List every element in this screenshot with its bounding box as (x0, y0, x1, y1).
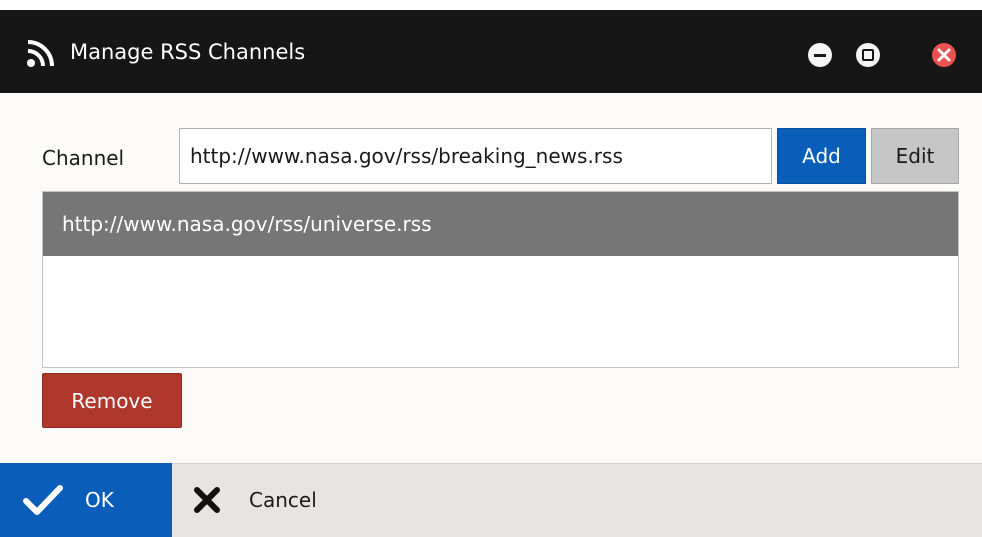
close-icon (937, 48, 951, 62)
channel-label: Channel (42, 146, 125, 170)
maximize-button[interactable] (856, 43, 880, 67)
x-icon (194, 487, 220, 513)
list-item[interactable]: http://www.nasa.gov/rss/universe.rss (43, 192, 958, 256)
rss-icon (27, 40, 54, 67)
checkmark-icon (23, 485, 63, 515)
title-bar: Manage RSS Channels (0, 10, 982, 93)
cancel-label: Cancel (249, 488, 317, 512)
remove-button[interactable]: Remove (42, 373, 182, 428)
window-title: Manage RSS Channels (70, 40, 306, 64)
add-button[interactable]: Add (777, 128, 866, 184)
channel-list[interactable]: http://www.nasa.gov/rss/universe.rss (42, 191, 959, 368)
top-strip (0, 0, 982, 10)
minimize-button[interactable] (808, 43, 832, 67)
channel-input[interactable] (179, 128, 772, 184)
edit-button[interactable]: Edit (871, 128, 959, 184)
ok-button[interactable]: OK (0, 463, 172, 537)
cancel-button[interactable]: Cancel (172, 463, 372, 537)
close-button[interactable] (932, 43, 956, 67)
ok-label: OK (85, 488, 114, 512)
